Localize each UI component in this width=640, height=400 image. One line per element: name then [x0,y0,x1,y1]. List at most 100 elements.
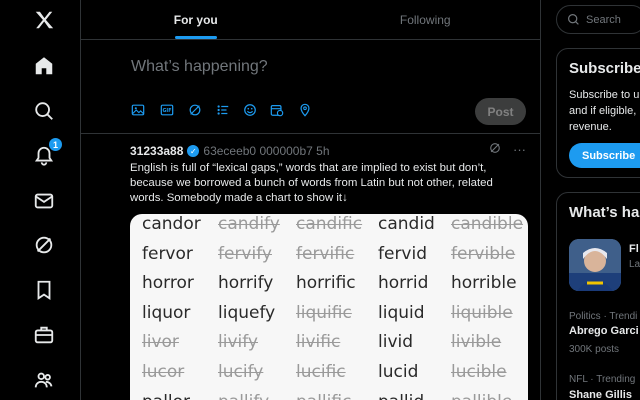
tab-label: Following [399,12,451,27]
search-icon [568,14,579,25]
trend-thumbnail[interactable] [569,239,621,291]
trend-name-2[interactable]: Shane Gillis [569,389,632,400]
tweet-author[interactable]: 31233a88 [130,144,183,158]
word-chart-word: horrible [451,273,517,294]
word-chart-gap-word: livor [142,332,179,353]
tweet-image-word-chart[interactable]: candor candify candific candid candible fervo… [130,214,528,400]
word-chart-word: lucid [378,362,419,382]
tab-label: For you [173,12,218,27]
subscribe-line-1: Subscribe to u [569,89,640,101]
post-button[interactable]: Post [475,98,526,125]
timeline-tabs: For you Following [81,0,540,40]
tab-for-you[interactable]: For you [81,0,311,39]
location-icon[interactable] [298,103,314,119]
trend-card-sub: La [629,259,640,270]
word-chart-row: pallor pallify pallific pallid pallible [130,386,528,400]
word-chart-word: liquefy [218,302,276,323]
search-placeholder: Search [586,13,621,26]
word-chart-word: livid [378,332,414,353]
whats-happening-panel: What’s ha Fl La Politics · Trendi Abrego… [556,192,640,400]
notifications-badge: 1 [49,138,62,151]
subscribe-line-3: revenue. [569,121,612,133]
word-chart-gap-word: liquible [451,302,513,323]
word-chart-row: lucor lucify lucific lucid lucible [130,356,528,386]
word-chart-word: candid [378,214,435,234]
word-chart-gap-word: fervific [296,243,355,264]
word-chart-word: fervid [378,243,428,264]
search-input[interactable]: Search [556,5,640,34]
grok-explain-icon[interactable] [489,142,501,157]
subscribe-button[interactable]: Subscribe [569,143,640,168]
left-nav: 1 [0,0,80,400]
media-icon[interactable] [131,103,147,119]
word-chart-word: horrify [218,273,274,294]
word-chart-gap-word: livific [296,332,341,353]
main-timeline: For you Following What’s happening? GIF [80,0,541,400]
word-chart-word: liquor [142,302,191,323]
messages-icon[interactable] [32,189,56,213]
tweet[interactable]: 31233a88 ✓ 63eceeb0 000000b7 5h ··· Engl… [81,134,540,400]
svg-text:GIF: GIF [163,108,172,114]
word-chart-row: livor livify livific livid livible [130,326,528,356]
word-chart-word: fervor [142,243,193,264]
word-chart-gap-word: livify [218,332,258,353]
word-chart-gap-word: pallify [218,392,269,400]
word-chart-word: horror [142,273,194,294]
trend-label-1: Politics · Trendi [569,311,638,322]
tweet-actions: ··· [489,142,526,157]
word-chart-word: liquid [378,302,425,323]
jobs-icon[interactable] [32,323,56,347]
schedule-icon[interactable] [270,103,286,119]
poll-icon[interactable] [216,103,232,119]
word-chart-gap-word: livible [451,332,502,353]
word-chart-gap-word: pallific [296,392,351,400]
verified-badge-icon: ✓ [187,145,200,157]
word-chart-gap-word: lucify [218,362,264,382]
subscribe-line-2: and if eligible, [569,105,637,117]
trend-count-1: 300K posts [569,344,620,355]
gif-icon[interactable]: GIF [160,103,176,119]
grok-compose-icon[interactable] [188,103,204,119]
more-options-icon[interactable]: ··· [513,142,526,157]
word-chart-word: candor [142,214,201,234]
active-tab-indicator [174,36,217,39]
trend-label-2: NFL · Trending [569,374,636,385]
right-sidebar: Search Subscribe Subscribe to u and if e… [556,0,640,400]
explore-search-icon[interactable] [32,99,56,123]
compose-input[interactable]: What’s happening? [131,58,268,76]
word-chart-word: horrid [378,273,429,294]
trend-card-title[interactable]: Fl [629,243,639,255]
word-chart-gap-word: candific [296,214,363,234]
word-chart-word: pallor [142,392,190,400]
whats-happening-title: What’s ha [569,204,640,221]
word-chart-row: fervor fervify fervific fervid fervible [130,238,528,268]
tweet-handle-time: 63eceeb0 000000b7 5h [203,144,330,158]
word-chart-gap-word: candify [218,214,280,234]
word-chart-row: liquor liquefy liquific liquid liquible [130,297,528,327]
word-chart-word: horrific [296,273,356,294]
tweet-text: English is full of “lexical gaps,” words… [130,162,493,204]
tab-following[interactable]: Following [311,0,541,39]
word-chart-gap-word: fervible [451,243,516,264]
word-chart-gap-word: lucor [142,362,185,382]
bookmarks-icon[interactable] [32,278,56,302]
word-chart-row: horror horrify horrific horrid horrible [130,267,528,297]
word-chart-gap-word: candible [451,214,524,234]
word-chart-gap-word: lucible [451,362,507,382]
word-chart-gap-word: pallible [451,392,512,400]
word-chart-word: pallid [378,392,424,400]
subscribe-title: Subscribe [569,60,640,77]
word-chart-gap-word: lucific [296,362,346,382]
x-logo-icon[interactable] [32,8,56,32]
subscribe-panel: Subscribe Subscribe to u and if eligible… [556,48,640,178]
notifications-icon[interactable]: 1 [32,138,62,168]
emoji-icon[interactable] [243,103,259,119]
word-chart-row: candor candify candific candid candible [130,214,528,238]
communities-icon[interactable] [32,368,56,392]
tweet-header: 31233a88 ✓ 63eceeb0 000000b7 5h [130,144,330,158]
home-icon[interactable] [32,54,56,78]
word-chart-gap-word: liquific [296,302,352,323]
grok-icon[interactable] [32,233,56,257]
compose-box: What’s happening? GIF Post [81,40,540,134]
trend-name-1[interactable]: Abrego Garci [569,325,639,337]
